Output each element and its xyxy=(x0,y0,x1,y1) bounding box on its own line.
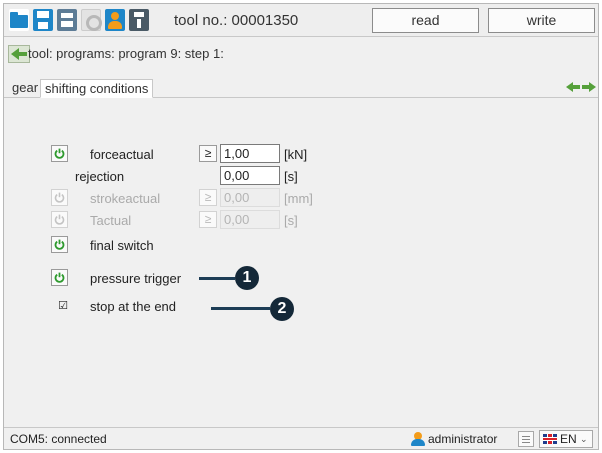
stroke-value-input: 0,00 xyxy=(220,188,280,207)
tab-shifting-conditions[interactable]: shifting conditions xyxy=(40,79,154,98)
time-operator-button: ≥ xyxy=(199,211,217,228)
write-button[interactable]: write xyxy=(488,8,595,33)
user-name: administrator xyxy=(428,432,498,446)
connection-status: COM5: connected xyxy=(10,432,107,446)
stroke-label: strokeactual xyxy=(90,191,161,206)
next-arrow-icon[interactable] xyxy=(582,81,596,94)
stroke-operator-button: ≥ xyxy=(199,189,217,206)
tab-bar: gear shifting conditions xyxy=(4,76,598,98)
folder-icon[interactable] xyxy=(9,9,29,31)
previous-arrow-icon[interactable] xyxy=(566,81,580,94)
callout-2-line xyxy=(211,307,270,310)
time-unit: [s] xyxy=(284,213,298,228)
status-bar: COM5: connected administrator EN ⌄ xyxy=(4,427,598,449)
document-icon[interactable] xyxy=(518,431,534,447)
language-code: EN xyxy=(560,432,577,446)
power-icon xyxy=(54,214,65,225)
settings-icon[interactable] xyxy=(81,9,102,31)
power-icon xyxy=(54,192,65,203)
callout-2-badge: 2 xyxy=(270,297,294,321)
back-arrow-icon[interactable] xyxy=(8,45,30,63)
rejection-label: rejection xyxy=(75,169,125,184)
rejection-unit: [s] xyxy=(284,169,298,184)
pressure-trigger-label: pressure trigger xyxy=(90,271,182,286)
language-select[interactable]: EN ⌄ xyxy=(539,430,593,448)
force-label: forceactual xyxy=(90,147,154,162)
callout-1-line xyxy=(199,277,235,280)
tool-icon[interactable] xyxy=(129,9,149,31)
rejection-value-input[interactable]: 0,00 xyxy=(220,166,280,185)
stroke-power-toggle[interactable] xyxy=(51,189,68,206)
app-window: tool no.: 00001350 read write tool: prog… xyxy=(3,3,599,450)
power-icon xyxy=(54,148,65,159)
final-switch-label: final switch xyxy=(90,238,154,253)
time-power-toggle[interactable] xyxy=(51,211,68,228)
final-switch-power-toggle[interactable] xyxy=(51,236,68,253)
power-icon xyxy=(54,272,65,283)
breadcrumb: tool: programs: program 9: step 1: xyxy=(28,46,224,61)
time-value-input: 0,00 xyxy=(220,210,280,229)
power-icon xyxy=(54,239,65,250)
toolbar: tool no.: 00001350 read write xyxy=(4,4,598,37)
force-value-input[interactable]: 1,00 xyxy=(220,144,280,163)
pressure-trigger-power-toggle[interactable] xyxy=(51,269,68,286)
stop-at-end-label: stop at the end xyxy=(90,299,177,314)
uk-flag-icon xyxy=(543,434,557,444)
tool-number: tool no.: 00001350 xyxy=(174,12,299,29)
stroke-unit: [mm] xyxy=(284,191,313,206)
force-unit: [kN] xyxy=(284,147,308,162)
force-power-toggle[interactable] xyxy=(51,145,68,162)
time-label: Tactual xyxy=(90,213,132,228)
user-icon[interactable] xyxy=(105,9,125,31)
callout-1-badge: 1 xyxy=(235,266,259,290)
print-icon[interactable] xyxy=(57,9,77,31)
save-icon[interactable] xyxy=(33,9,53,31)
chevron-down-icon: ⌄ xyxy=(580,434,588,444)
user-icon xyxy=(410,432,426,446)
read-button[interactable]: read xyxy=(372,8,479,33)
breadcrumb-bar: tool: programs: program 9: step 1: xyxy=(4,39,598,69)
stop-at-end-checkbox[interactable]: ☑ xyxy=(57,300,69,312)
force-operator-button[interactable]: ≥ xyxy=(199,145,217,162)
tab-gear[interactable]: gear xyxy=(8,79,42,98)
